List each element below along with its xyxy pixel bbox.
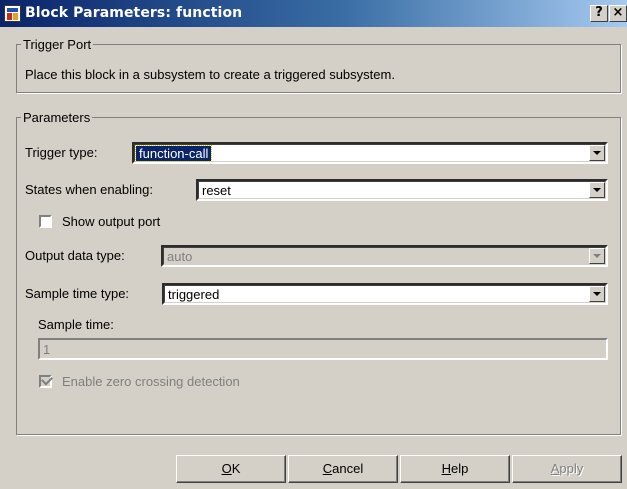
checkmark-icon (40, 373, 54, 386)
sample-time-type-select[interactable]: triggered (162, 283, 608, 305)
chevron-down-icon[interactable] (589, 286, 605, 302)
chevron-down-icon[interactable] (589, 145, 605, 161)
output-data-type-label: Output data type: (25, 248, 125, 263)
window-title: Block Parameters: function (25, 5, 243, 21)
help-mnemonic: H (441, 461, 452, 476)
close-icon[interactable]: × (609, 5, 627, 22)
trigger-type-label: Trigger type: (25, 145, 98, 160)
parameters-legend: Parameters (23, 110, 91, 125)
sample-time-field[interactable]: 1 (38, 338, 608, 360)
sample-time-value: 1 (43, 342, 51, 357)
trigger-type-value: function-call (134, 145, 213, 162)
trigger-port-legend: Trigger Port (23, 37, 92, 52)
enable-zero-crossing-label: Enable zero crossing detection (62, 374, 240, 389)
simulink-block-icon (4, 5, 21, 22)
trigger-port-group: Trigger Port (16, 37, 621, 93)
help-button[interactable]: Help (400, 455, 510, 483)
cancel-mnemonic: C (322, 461, 333, 476)
show-output-port-checkbox[interactable] (39, 215, 52, 228)
output-data-type-select[interactable]: auto (161, 245, 608, 267)
sample-time-type-value: triggered (168, 287, 220, 302)
title-bar[interactable]: Block Parameters: function ? × (0, 0, 627, 27)
ok-mnemonic: O (221, 461, 232, 476)
trigger-port-description: Place this block in a subsystem to creat… (25, 67, 395, 82)
cancel-label-rest: ancel (332, 461, 364, 476)
states-when-enabling-select[interactable]: reset (196, 179, 608, 201)
cancel-button[interactable]: Cancel (288, 455, 398, 483)
trigger-type-select[interactable]: function-call (132, 142, 608, 164)
apply-label-rest: pply (559, 461, 584, 476)
sample-time-label: Sample time: (38, 317, 114, 332)
sample-time-type-label: Sample time type: (25, 286, 130, 301)
apply-button[interactable]: Apply (512, 455, 622, 483)
states-when-enabling-value: reset (202, 183, 231, 198)
help-icon[interactable]: ? (590, 5, 608, 22)
enable-zero-crossing-checkbox[interactable] (39, 373, 54, 388)
chevron-down-icon[interactable] (589, 248, 605, 264)
ok-label-rest: K (231, 461, 241, 476)
chevron-down-icon[interactable] (589, 182, 605, 198)
states-when-enabling-label: States when enabling: (25, 182, 153, 197)
show-output-port-label: Show output port (62, 214, 161, 229)
help-label-rest: elp (451, 461, 469, 476)
ok-button[interactable]: OK (176, 455, 286, 483)
output-data-type-value: auto (167, 249, 193, 264)
